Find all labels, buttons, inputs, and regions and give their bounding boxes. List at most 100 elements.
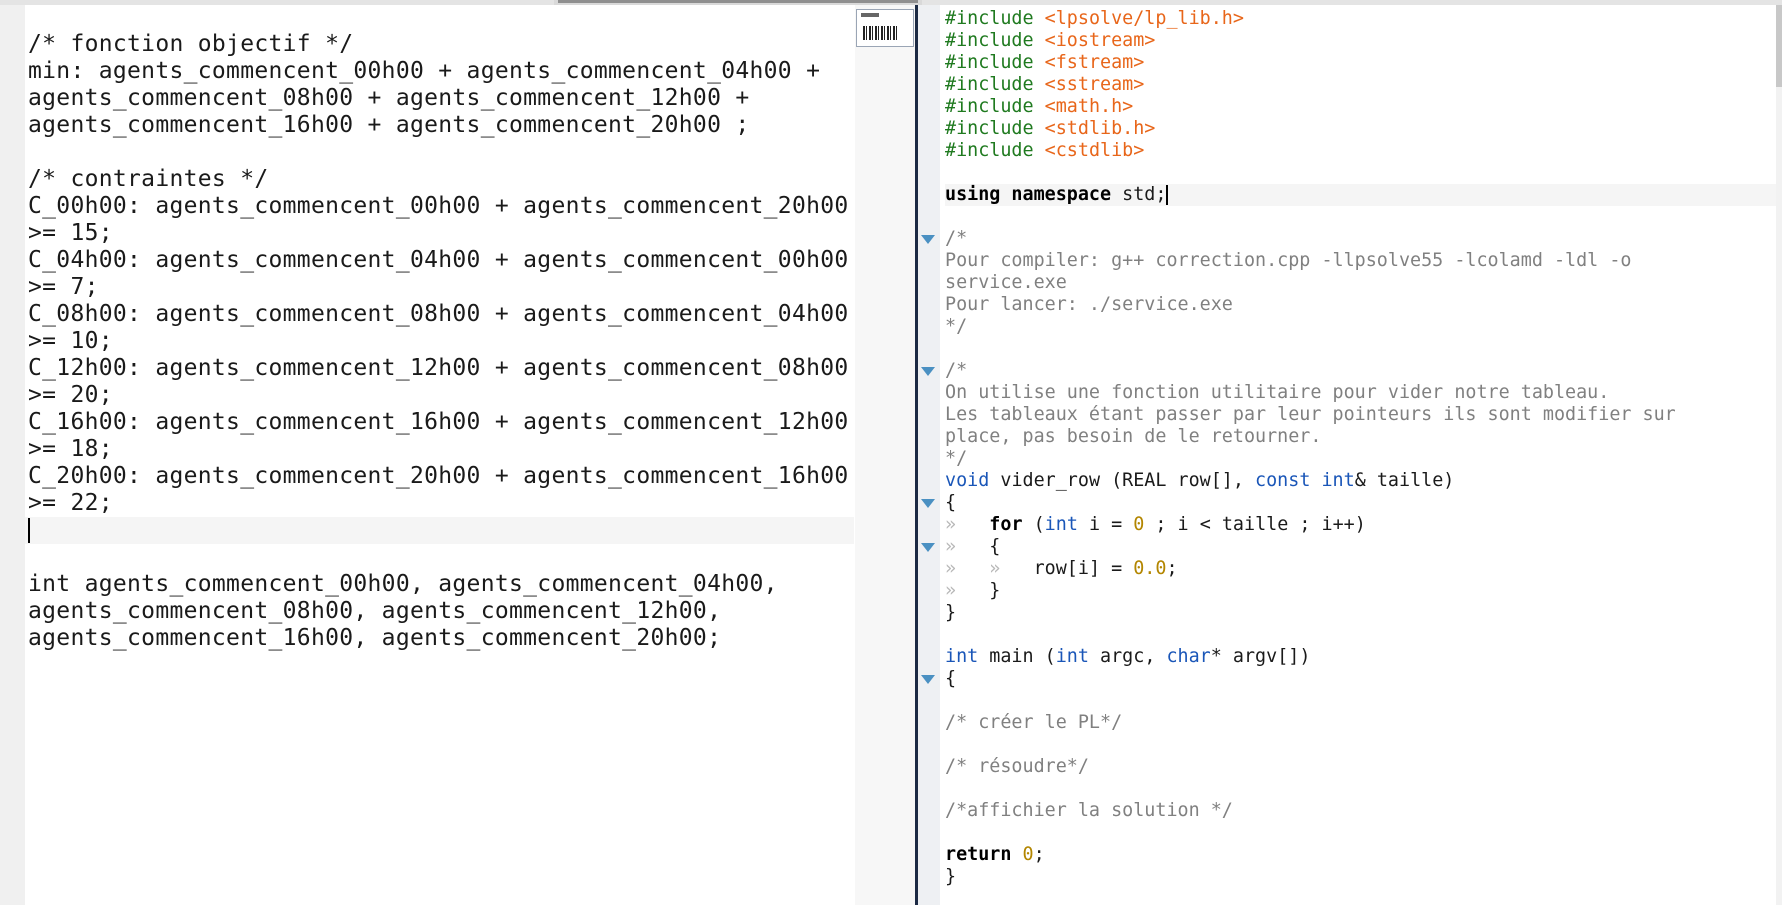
- tab-active-indicator[interactable]: [558, 0, 918, 3]
- code-token: On utilise une fonction utilitaire pour …: [945, 382, 1610, 403]
- code-line[interactable]: » {: [921, 536, 1780, 558]
- code-line[interactable]: » for (int i = 0 ; i < taille ; i++): [945, 514, 1780, 536]
- fold-triangle-icon[interactable]: [921, 675, 935, 684]
- code-line[interactable]: agents_commencent_08h00, agents_commence…: [28, 598, 854, 625]
- code-line[interactable]: agents_commencent_16h00, agents_commence…: [28, 625, 854, 652]
- code-line[interactable]: {: [921, 668, 1780, 690]
- code-line[interactable]: place, pas besoin de le retourner.: [945, 426, 1780, 448]
- code-line[interactable]: agents_commencent_08h00 + agents_commenc…: [28, 85, 854, 112]
- code-line[interactable]: C_20h00: agents_commencent_20h00 + agent…: [28, 463, 854, 490]
- code-line[interactable]: On utilise une fonction utilitaire pour …: [945, 382, 1780, 404]
- code-line[interactable]: Les tableaux étant passer par leur point…: [945, 404, 1780, 426]
- code-token: #include: [945, 74, 1045, 95]
- left-editor-text[interactable]: /* fonction objectif */min: agents_comme…: [25, 31, 854, 652]
- code-line[interactable]: C_16h00: agents_commencent_16h00 + agent…: [28, 409, 854, 436]
- code-line[interactable]: >= 7;: [28, 274, 854, 301]
- code-line[interactable]: #include <stdlib.h>: [945, 118, 1780, 140]
- code-line[interactable]: #include <iostream>: [945, 30, 1780, 52]
- code-token: <lpsolve/lp_lib.h>: [1044, 8, 1244, 29]
- code-token: /*affichier la solution */: [945, 800, 1233, 821]
- code-token: 0.0: [1133, 558, 1167, 579]
- left-editor-gutter: [0, 5, 25, 905]
- code-token: return: [945, 844, 1012, 865]
- fold-triangle-icon[interactable]: [921, 367, 935, 376]
- code-line[interactable]: agents_commencent_16h00 + agents_commenc…: [28, 112, 854, 139]
- code-line[interactable]: {: [921, 492, 1780, 514]
- code-line[interactable]: [28, 139, 854, 166]
- tab-marker: »: [945, 536, 990, 557]
- code-line[interactable]: >= 15;: [28, 220, 854, 247]
- code-line[interactable]: min: agents_commencent_00h00 + agents_co…: [28, 58, 854, 85]
- code-line[interactable]: /* contraintes */: [28, 166, 854, 193]
- code-line[interactable]: /*: [921, 360, 1780, 382]
- code-line[interactable]: #include <sstream>: [945, 74, 1780, 96]
- code-line[interactable]: [945, 338, 1780, 360]
- left-editor-pane[interactable]: /* fonction objectif */min: agents_comme…: [0, 5, 915, 905]
- code-line[interactable]: [945, 734, 1780, 756]
- code-line[interactable]: >= 10;: [28, 328, 854, 355]
- code-line[interactable]: [28, 544, 854, 571]
- code-line[interactable]: >= 22;: [28, 490, 854, 517]
- tab-marker: » »: [945, 558, 1034, 579]
- text-cursor: [28, 518, 30, 543]
- right-editor-pane[interactable]: #include <lpsolve/lp_lib.h> #include <ios…: [918, 5, 1782, 905]
- code-token: /*: [945, 228, 968, 249]
- fold-triangle-icon[interactable]: [921, 499, 935, 508]
- fold-triangle-icon[interactable]: [921, 235, 935, 244]
- code-line[interactable]: }: [945, 866, 1780, 888]
- fold-triangle-icon[interactable]: [921, 543, 935, 552]
- code-token: }: [945, 602, 957, 623]
- code-line[interactable]: Pour lancer: ./service.exe: [945, 294, 1780, 316]
- code-line[interactable]: [945, 778, 1780, 800]
- code-line[interactable]: /* créer le PL*/: [945, 712, 1780, 734]
- code-line[interactable]: » }: [945, 580, 1780, 602]
- code-token: 0: [1022, 844, 1034, 865]
- code-token: ; i < taille ; i++): [1144, 514, 1366, 535]
- code-line[interactable]: C_04h00: agents_commencent_04h00 + agent…: [28, 247, 854, 274]
- code-line[interactable]: C_08h00: agents_commencent_08h00 + agent…: [28, 301, 854, 328]
- code-line[interactable]: » » row[i] = 0.0;: [945, 558, 1780, 580]
- code-line[interactable]: int main (int argc, char* argv[]): [945, 646, 1780, 668]
- tab-marker: »: [945, 580, 990, 601]
- code-line[interactable]: using namespace std;: [945, 184, 1780, 206]
- right-editor-scrollbar[interactable]: [1776, 5, 1782, 905]
- code-token: }: [945, 866, 957, 887]
- code-line[interactable]: >= 18;: [28, 436, 854, 463]
- code-line[interactable]: /* résoudre*/: [945, 756, 1780, 778]
- code-line[interactable]: #include <math.h>: [945, 96, 1780, 118]
- code-line[interactable]: /*: [921, 228, 1780, 250]
- code-token: }: [989, 580, 1001, 601]
- code-line[interactable]: /*affichier la solution */: [945, 800, 1780, 822]
- code-line[interactable]: Pour compiler: g++ correction.cpp -llpso…: [945, 250, 1780, 272]
- code-token: {: [989, 536, 1001, 557]
- code-line[interactable]: [25, 517, 854, 544]
- code-line[interactable]: service.exe: [945, 272, 1780, 294]
- code-line[interactable]: [945, 690, 1780, 712]
- minimap-thumbnail-icon[interactable]: [856, 9, 914, 47]
- code-line[interactable]: */: [945, 316, 1780, 338]
- code-line[interactable]: C_00h00: agents_commencent_00h00 + agent…: [28, 193, 854, 220]
- code-token: const: [1255, 470, 1311, 491]
- code-line[interactable]: /* fonction objectif */: [28, 31, 854, 58]
- code-line[interactable]: return 0;: [945, 844, 1780, 866]
- code-line[interactable]: #include <cstdlib>: [945, 140, 1780, 162]
- code-line[interactable]: #include <fstream>: [945, 52, 1780, 74]
- code-line[interactable]: */: [945, 448, 1780, 470]
- code-line[interactable]: }: [945, 602, 1780, 624]
- code-line[interactable]: [945, 624, 1780, 646]
- code-token: #include: [945, 8, 1045, 29]
- code-line[interactable]: [945, 206, 1780, 228]
- code-line[interactable]: [945, 162, 1780, 184]
- code-line[interactable]: [945, 822, 1780, 844]
- scrollbar-thumb[interactable]: [1776, 5, 1782, 87]
- code-line[interactable]: >= 20;: [28, 382, 854, 409]
- right-editor-text[interactable]: #include <lpsolve/lp_lib.h> #include <ios…: [921, 8, 1780, 888]
- code-token: */: [945, 316, 968, 337]
- code-line[interactable]: #include <lpsolve/lp_lib.h>: [945, 8, 1780, 30]
- right-editor-gutter: [918, 5, 940, 905]
- code-token: int: [1044, 514, 1078, 535]
- code-line[interactable]: void vider_row (REAL row[], const int& t…: [945, 470, 1780, 492]
- code-line[interactable]: C_12h00: agents_commencent_12h00 + agent…: [28, 355, 854, 382]
- code-line[interactable]: int agents_commencent_00h00, agents_comm…: [28, 571, 854, 598]
